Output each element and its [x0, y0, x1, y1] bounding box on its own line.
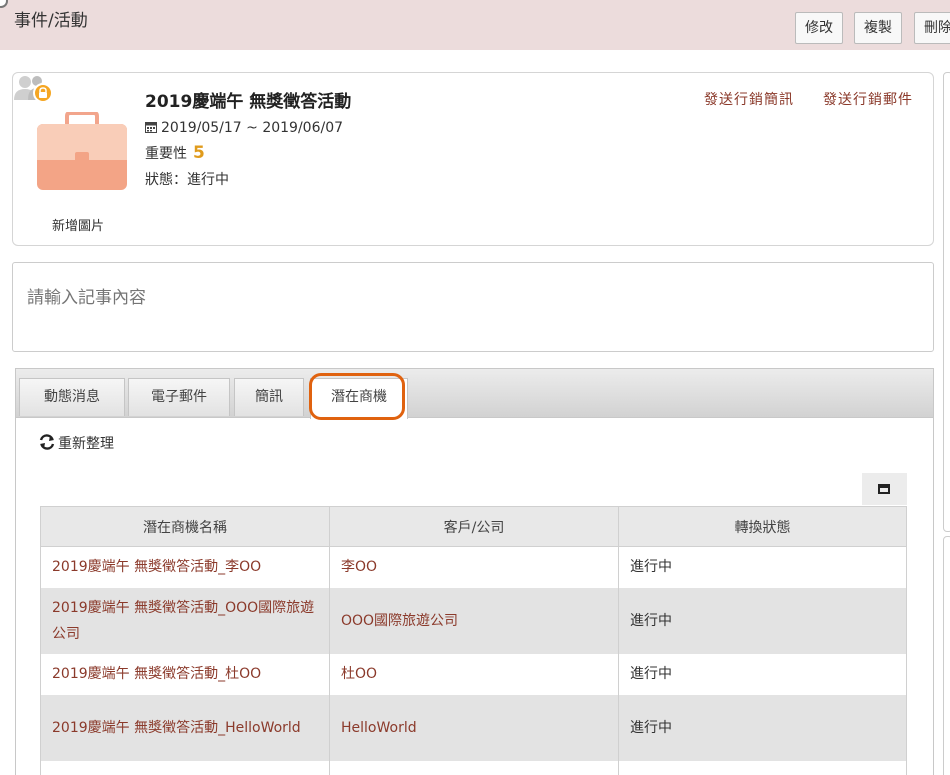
layout-toggle-button[interactable]: [862, 473, 907, 505]
side-panel-edge: [943, 536, 950, 775]
table-row[interactable]: 2019慶端午 無獎徵答活動_杜OO 杜OO 進行中: [40, 653, 907, 695]
table-header-row: 潛在商機名稱 客戶/公司 轉換狀態: [40, 506, 907, 547]
calendar-icon: [145, 122, 157, 133]
opportunity-name[interactable]: 2019慶端午 無獎徵答活動_杜OO: [40, 653, 330, 695]
page-title: 事件/活動: [14, 11, 88, 31]
opportunity-name[interactable]: 2019慶端午 無獎徵答活動_OOO國際旅遊公司: [40, 587, 330, 654]
edit-button[interactable]: 修改: [795, 12, 843, 44]
importance-label: 重要性: [145, 146, 187, 162]
customer-name[interactable]: HelloWorld: [329, 694, 619, 761]
briefcase-icon[interactable]: [36, 112, 128, 192]
column-header-name[interactable]: 潛在商機名稱: [40, 506, 330, 547]
table-row[interactable]: 2019慶端午 無獎徵答活動_HelloWorld HelloWorld 進行中: [40, 694, 907, 761]
tab-email[interactable]: 電子郵件: [128, 378, 230, 416]
event-importance: 重要性 5: [145, 143, 205, 163]
column-header-status[interactable]: 轉換狀態: [618, 506, 907, 547]
send-email-link[interactable]: 發送行銷郵件: [823, 89, 913, 109]
table-row[interactable]: 2019慶端午 無獎徵答活動_OOO國際旅遊公司 OOO國際旅遊公司 進行中: [40, 587, 907, 654]
importance-value: 5: [193, 143, 205, 163]
event-date: 2019/05/17 ~ 2019/06/07: [145, 120, 343, 136]
note-input[interactable]: [12, 262, 934, 352]
reload-button[interactable]: 重新整理: [38, 433, 114, 453]
customer-name[interactable]: OOO國際旅遊公司: [329, 587, 619, 654]
opportunity-name[interactable]: 2019慶端午 無獎徵答活動_李OO: [40, 546, 330, 588]
tab-sms[interactable]: 簡訊: [234, 378, 304, 416]
conversion-status: 進行中: [618, 546, 907, 588]
column-header-customer[interactable]: 客戶/公司: [329, 506, 619, 547]
side-panel-edge: [943, 72, 950, 532]
conversion-status: 進行中: [618, 587, 907, 654]
event-date-range: 2019/05/17 ~ 2019/06/07: [161, 120, 344, 136]
event-title: 2019慶端午 無獎徵答活動: [145, 92, 352, 112]
customer-name[interactable]: 杜OO: [329, 653, 619, 695]
reload-label: 重新整理: [58, 436, 114, 452]
customer-name[interactable]: 李OO: [329, 546, 619, 588]
table-row[interactable]: [40, 760, 907, 775]
window-icon: [878, 484, 890, 494]
lock-icon: [33, 83, 53, 103]
opportunity-name[interactable]: 2019慶端午 無獎徵答活動_HelloWorld: [40, 694, 330, 761]
tab-activity[interactable]: 動態消息: [19, 378, 125, 416]
conversion-status: 進行中: [618, 653, 907, 695]
event-status: 狀態：進行中: [145, 172, 229, 188]
conversion-status: 進行中: [618, 694, 907, 761]
table-row[interactable]: 2019慶端午 無獎徵答活動_李OO 李OO 進行中: [40, 546, 907, 588]
copy-button[interactable]: 複製: [854, 12, 902, 44]
tab-highlight-outline: [309, 373, 405, 420]
refresh-icon: [39, 434, 55, 450]
opportunities-table: 潛在商機名稱 客戶/公司 轉換狀態 2019慶端午 無獎徵答活動_李OO 李OO…: [40, 506, 907, 775]
page-header: 事件/活動 修改 複製 刪除: [0, 0, 950, 50]
send-sms-link[interactable]: 發送行銷簡訊: [704, 89, 794, 109]
circle-icon: [0, 0, 8, 8]
add-photo-label[interactable]: 新增圖片: [52, 215, 104, 234]
delete-button[interactable]: 刪除: [914, 12, 950, 44]
